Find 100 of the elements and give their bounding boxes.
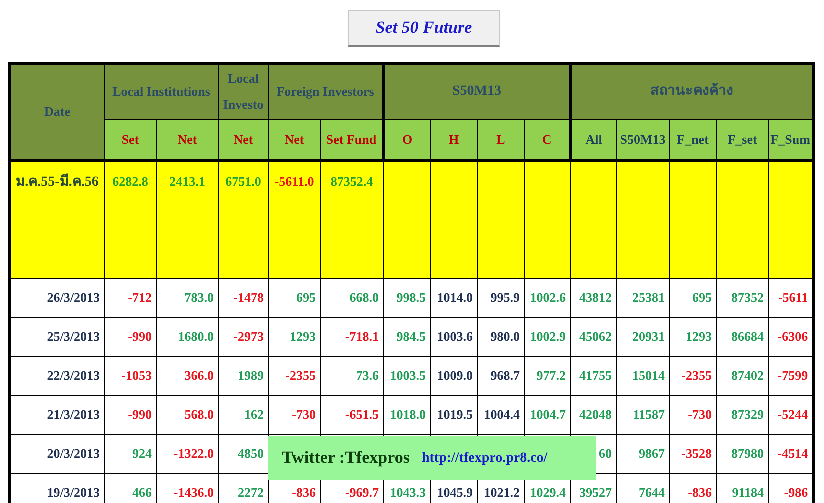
cell-value: 783.0 <box>184 290 214 306</box>
group-header: Date <box>10 64 104 160</box>
cell-value: 2272 <box>238 484 264 500</box>
column-header: H <box>430 120 478 160</box>
title-button[interactable]: Set 50 Future <box>348 10 500 47</box>
cell-value: 977.2 <box>536 368 566 384</box>
cell-value: -969.7 <box>345 484 380 500</box>
cell-value: -5244 <box>778 407 808 422</box>
cell-value: -651.5 <box>345 407 380 422</box>
cell-value: 998.5 <box>396 290 426 306</box>
cell-value: -6306 <box>778 329 808 344</box>
cell-value: 1002.9 <box>530 329 566 344</box>
cell-value: -1322.0 <box>174 446 214 462</box>
column-header: Net <box>156 120 219 160</box>
cell-value: 20931 <box>632 329 666 344</box>
group-header: Local Institutions <box>104 64 219 120</box>
cell-value: -1478 <box>234 290 264 306</box>
cell-value: -990 <box>128 329 152 344</box>
cell-value: -2355 <box>682 368 712 384</box>
cell-value: 995.9 <box>490 290 520 306</box>
cell-value: 1043.3 <box>390 484 426 500</box>
cell-value: 668.0 <box>350 290 380 306</box>
cell-value: 1293 <box>290 329 316 344</box>
table-cell: 87352.4 <box>320 160 384 278</box>
cell-value: 1029.4 <box>530 484 566 500</box>
cell-value: 1018.0 <box>390 407 426 422</box>
cell-value: 366.0 <box>184 368 214 384</box>
cell-value: 162 <box>244 407 264 422</box>
cell-value: 1293 <box>686 329 712 344</box>
column-header: F_Sum <box>768 120 814 160</box>
website-link[interactable]: http://tfexpro.pr8.co/ <box>422 448 548 468</box>
cell-value: 87329 <box>732 407 764 422</box>
cell-value: -718.1 <box>345 329 380 344</box>
period-cell: ม.ค.55-มี.ค.56 <box>10 160 104 278</box>
column-header: O <box>384 120 431 160</box>
cell-value: 11587 <box>633 407 666 422</box>
cell-value: 45062 <box>580 329 612 344</box>
group-header: สถานะคงค้าง <box>570 64 814 120</box>
cell-value: 968.7 <box>490 368 520 384</box>
group-header: Foreign Investors <box>268 64 384 120</box>
date-cell: 21/3/2013 <box>10 396 104 434</box>
column-header: S50M13 <box>616 120 670 160</box>
date-cell: 20/3/2013 <box>10 434 104 474</box>
date-cell: 22/3/2013 <box>10 356 104 396</box>
cell-value: 1045.9 <box>437 484 474 500</box>
group-header: Local Investo <box>218 64 269 120</box>
cell-value: 1014.0 <box>437 290 474 306</box>
cell-value: -2973 <box>234 329 264 344</box>
twitter-handle: Twitter :Tfexpros <box>282 447 410 470</box>
column-header: L <box>478 120 525 160</box>
column-header: Set <box>104 120 156 160</box>
cell-value: 1989 <box>238 368 264 384</box>
cell-value: 1004.4 <box>484 407 520 422</box>
cell-value: 43812 <box>580 290 612 306</box>
column-header: C <box>524 120 571 160</box>
cell-value: -836 <box>688 484 712 500</box>
cell-value: 60 <box>599 446 612 462</box>
cell-value: -986 <box>784 484 808 500</box>
cell-value: -730 <box>688 407 712 422</box>
cell-value: -1053 <box>122 368 152 384</box>
cell-value: -730 <box>292 407 316 422</box>
cell-value: 1002.6 <box>530 290 566 306</box>
cell-value: 9867 <box>639 446 666 462</box>
cell-value: 25381 <box>632 290 666 306</box>
column-header: Net <box>218 120 269 160</box>
cell-value: 695 <box>296 290 316 306</box>
cell-value: 87352 <box>732 290 764 306</box>
cell-value: -4514 <box>778 446 808 462</box>
cell-value: -1436.0 <box>174 484 214 500</box>
cell-value: 568.0 <box>184 407 214 422</box>
cell-value: 39527 <box>580 484 612 500</box>
cell-value: 980.0 <box>490 329 520 344</box>
cell-value: -836 <box>292 484 316 500</box>
cell-value: -3528 <box>682 446 712 462</box>
cell-value: -990 <box>128 407 152 422</box>
cell-value: 924 <box>132 446 152 462</box>
cell-value: 73.6 <box>356 368 380 384</box>
column-header: F_net <box>670 120 717 160</box>
table-cell: 6282.8 <box>104 160 156 278</box>
table-cell: 2413.1 <box>156 160 219 278</box>
table-cell: 6751.0 <box>218 160 269 278</box>
cell-value: -7599 <box>778 368 808 384</box>
cell-value: 695 <box>692 290 712 306</box>
column-header: F_set <box>716 120 769 160</box>
cell-value: 86684 <box>732 329 764 344</box>
column-header: Set Fund <box>320 120 384 160</box>
cell-value: 1004.7 <box>530 407 566 422</box>
cell-value: 1003.5 <box>390 368 426 384</box>
cell-value: 1021.2 <box>484 484 520 500</box>
cell-value: -712 <box>128 290 152 306</box>
cell-value: 42048 <box>580 407 612 422</box>
group-header: S50M13 <box>384 64 571 120</box>
cell-value: 1680.0 <box>178 329 214 344</box>
cell-value: 91184 <box>732 484 764 500</box>
date-cell: 26/3/2013 <box>10 278 104 318</box>
cell-value: -5611 <box>778 290 808 306</box>
cell-value: 466 <box>132 484 152 500</box>
cell-value: 1003.6 <box>437 329 474 344</box>
cell-value: -2355 <box>286 368 316 384</box>
column-header: Net <box>268 120 321 160</box>
